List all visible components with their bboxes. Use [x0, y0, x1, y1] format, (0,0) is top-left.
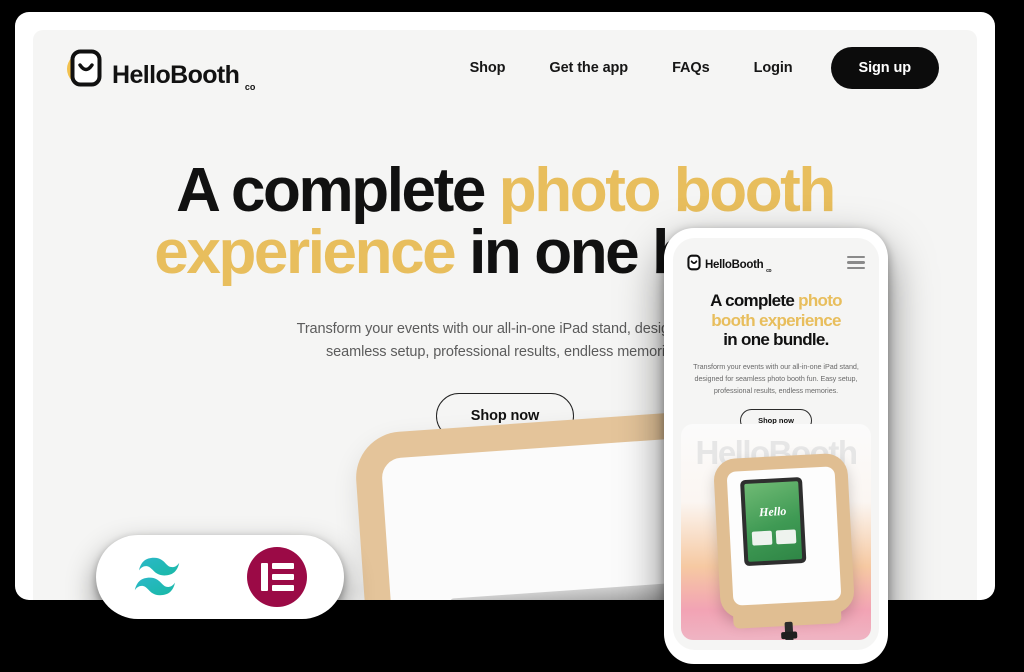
mobile-brand-suffix: co	[766, 268, 772, 274]
mobile-title-part1: A complete	[710, 291, 799, 310]
brand-logo[interactable]: HelloBooth co	[67, 48, 256, 92]
mobile-hero-subtext: Transform your events with our all-in-on…	[693, 362, 859, 395]
elementor-logo	[247, 547, 307, 607]
site-header: HelloBooth co Shop Get the app FAQs Logi…	[33, 30, 977, 106]
nav-link-get-the-app[interactable]: Get the app	[527, 60, 650, 76]
brand-suffix: co	[244, 82, 256, 92]
nav-link-faqs[interactable]: FAQs	[650, 60, 731, 76]
mobile-title-highlight-2: booth experience	[711, 310, 841, 330]
mobile-title-highlight-1: photo	[798, 291, 842, 310]
ipad-screen: Hello	[744, 481, 803, 562]
nav-link-shop[interactable]: Shop	[448, 60, 528, 76]
smile-tablet-icon	[67, 48, 103, 88]
tailwind-css-logo	[134, 557, 180, 596]
nav-link-login[interactable]: Login	[732, 60, 815, 76]
tech-stack-badge	[96, 535, 344, 619]
hamburger-menu-icon[interactable]	[847, 256, 865, 269]
ipad-hello-text: Hello	[758, 503, 787, 520]
elementor-bar-vertical	[260, 563, 268, 591]
mobile-header: HelloBooth co	[673, 238, 879, 274]
brand-name: HelloBooth co	[112, 61, 256, 92]
smile-tablet-icon	[687, 254, 701, 271]
phone-page-viewport: HelloBooth co A complete photo booth expe…	[673, 238, 879, 650]
ipad-screen-buttons	[751, 529, 797, 546]
hero-title-part1: A complete	[176, 156, 499, 225]
mobile-brand-logo[interactable]: HelloBooth co	[687, 254, 772, 274]
mobile-hero-title: A complete photo booth experience in one b…	[673, 291, 879, 350]
screenshot-stage: HelloBooth co Shop Get the app FAQs Logi…	[0, 0, 1024, 672]
phone-mockup-frame: HelloBooth co A complete photo booth expe…	[664, 228, 888, 664]
mobile-wooden-stand-graphic: Hello	[712, 452, 856, 640]
sign-up-button[interactable]: Sign up	[830, 47, 939, 89]
elementor-bars-horizontal	[271, 563, 294, 591]
mobile-title-part2: in one bundle.	[723, 330, 829, 350]
mobile-product-photo: HelloBooth Hello	[681, 424, 871, 640]
mobile-brand-name: HelloBooth co	[705, 258, 772, 274]
main-navigation: Shop Get the app FAQs Login Sign up	[448, 47, 939, 89]
stand-ipad: Hello	[740, 476, 807, 567]
